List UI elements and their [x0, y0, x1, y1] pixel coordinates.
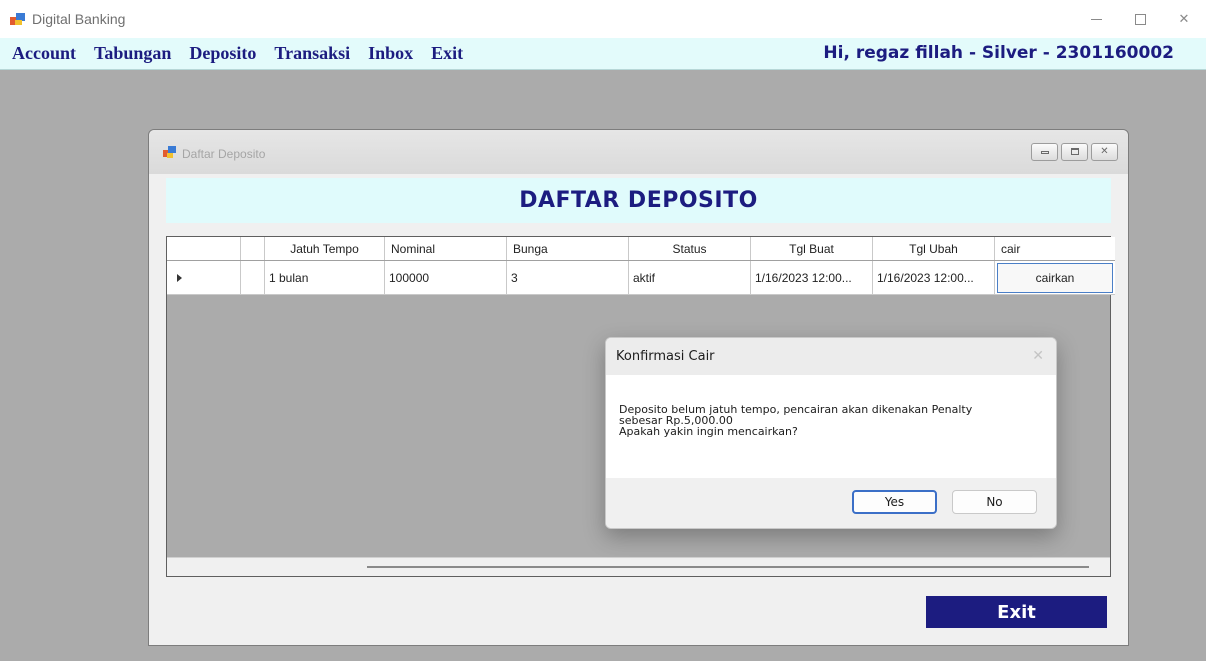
child-close-button[interactable]: ✕ — [1091, 143, 1118, 161]
column-header-jatuh-tempo[interactable]: Jatuh Tempo — [265, 237, 385, 260]
app-icon — [163, 146, 177, 158]
column-header-bunga[interactable]: Bunga — [507, 237, 629, 260]
minimize-icon — [1090, 18, 1102, 20]
column-header-nominal[interactable]: Nominal — [385, 237, 507, 260]
cell-tgl-buat[interactable]: 1/16/2023 12:00... — [751, 261, 873, 295]
menu-item-exit[interactable]: Exit — [431, 43, 463, 64]
window-controls: ✕ — [1074, 0, 1206, 38]
cell-nominal[interactable]: 100000 — [385, 261, 507, 295]
confirm-cair-dialog: Konfirmasi Cair ✕ Deposito belum jatuh t… — [605, 337, 1057, 529]
grid-header-row: Jatuh Tempo Nominal Bunga Status Tgl Bua… — [167, 237, 1115, 261]
child-title-bar: Daftar Deposito ✕ — [149, 130, 1128, 174]
window-title: Digital Banking — [32, 11, 126, 27]
row-selector[interactable] — [167, 261, 241, 295]
main-title-bar: Digital Banking ✕ — [0, 0, 1206, 38]
close-icon: ✕ — [1178, 11, 1190, 26]
minimize-icon — [1041, 151, 1049, 154]
child-restore-button[interactable] — [1061, 143, 1088, 161]
dialog-title: Konfirmasi Cair — [616, 349, 715, 364]
cell-tgl-ubah[interactable]: 1/16/2023 12:00... — [873, 261, 995, 295]
menu-item-tabungan[interactable]: Tabungan — [94, 43, 171, 64]
menu-item-inbox[interactable]: Inbox — [368, 43, 413, 64]
row-header-cell — [167, 237, 241, 260]
horizontal-scrollbar[interactable] — [167, 557, 1110, 576]
page-title: DAFTAR DEPOSITO — [519, 188, 758, 213]
cell-jatuh-tempo[interactable]: 1 bulan — [265, 261, 385, 295]
dialog-title-bar: Konfirmasi Cair ✕ — [606, 338, 1056, 375]
exit-button[interactable]: Exit — [926, 596, 1107, 628]
close-icon: ✕ — [1100, 146, 1109, 157]
minimize-button[interactable] — [1074, 0, 1118, 38]
cairkan-button[interactable]: cairkan — [997, 262, 1113, 293]
row-pointer-icon — [177, 273, 182, 282]
dialog-close-button[interactable]: ✕ — [1032, 347, 1044, 364]
dialog-body: Deposito belum jatuh tempo, pencairan ak… — [619, 404, 1043, 437]
grid-header-cell — [241, 237, 265, 260]
menu-bar: Account Tabungan Deposito Transaksi Inbo… — [0, 38, 1206, 70]
menu-item-deposito[interactable]: Deposito — [189, 43, 256, 64]
cell-status[interactable]: aktif — [629, 261, 751, 295]
cell-cair: cairkan — [995, 261, 1115, 295]
user-greeting: Hi, regaz fillah - Silver - 2301160002 — [823, 43, 1174, 63]
app-icon — [10, 12, 26, 26]
menu-item-account[interactable]: Account — [12, 43, 76, 64]
dialog-footer: Yes No — [606, 478, 1056, 528]
child-window-title: Daftar Deposito — [182, 147, 266, 161]
dialog-message-line: Apakah yakin ingin mencairkan? — [619, 425, 798, 438]
cell-bunga[interactable]: 3 — [507, 261, 629, 295]
column-header-tgl-ubah[interactable]: Tgl Ubah — [873, 237, 995, 260]
column-header-cair[interactable]: cair — [995, 237, 1115, 260]
scrollbar-thumb[interactable] — [367, 566, 1089, 568]
close-button[interactable]: ✕ — [1162, 0, 1206, 38]
no-button[interactable]: No — [952, 490, 1037, 514]
maximize-button[interactable] — [1118, 0, 1162, 38]
yes-button[interactable]: Yes — [852, 490, 937, 514]
header-banner: DAFTAR DEPOSITO — [166, 178, 1111, 223]
table-row[interactable]: 1 bulan 100000 3 aktif 1/16/2023 12:00..… — [167, 261, 1115, 295]
maximize-icon — [1134, 13, 1146, 25]
grid-cell[interactable] — [241, 261, 265, 295]
column-header-status[interactable]: Status — [629, 237, 751, 260]
child-minimize-button[interactable] — [1031, 143, 1058, 161]
child-window-controls: ✕ — [1031, 143, 1118, 161]
restore-icon — [1071, 148, 1079, 155]
column-header-tgl-buat[interactable]: Tgl Buat — [751, 237, 873, 260]
menu-item-transaksi[interactable]: Transaksi — [274, 43, 350, 64]
